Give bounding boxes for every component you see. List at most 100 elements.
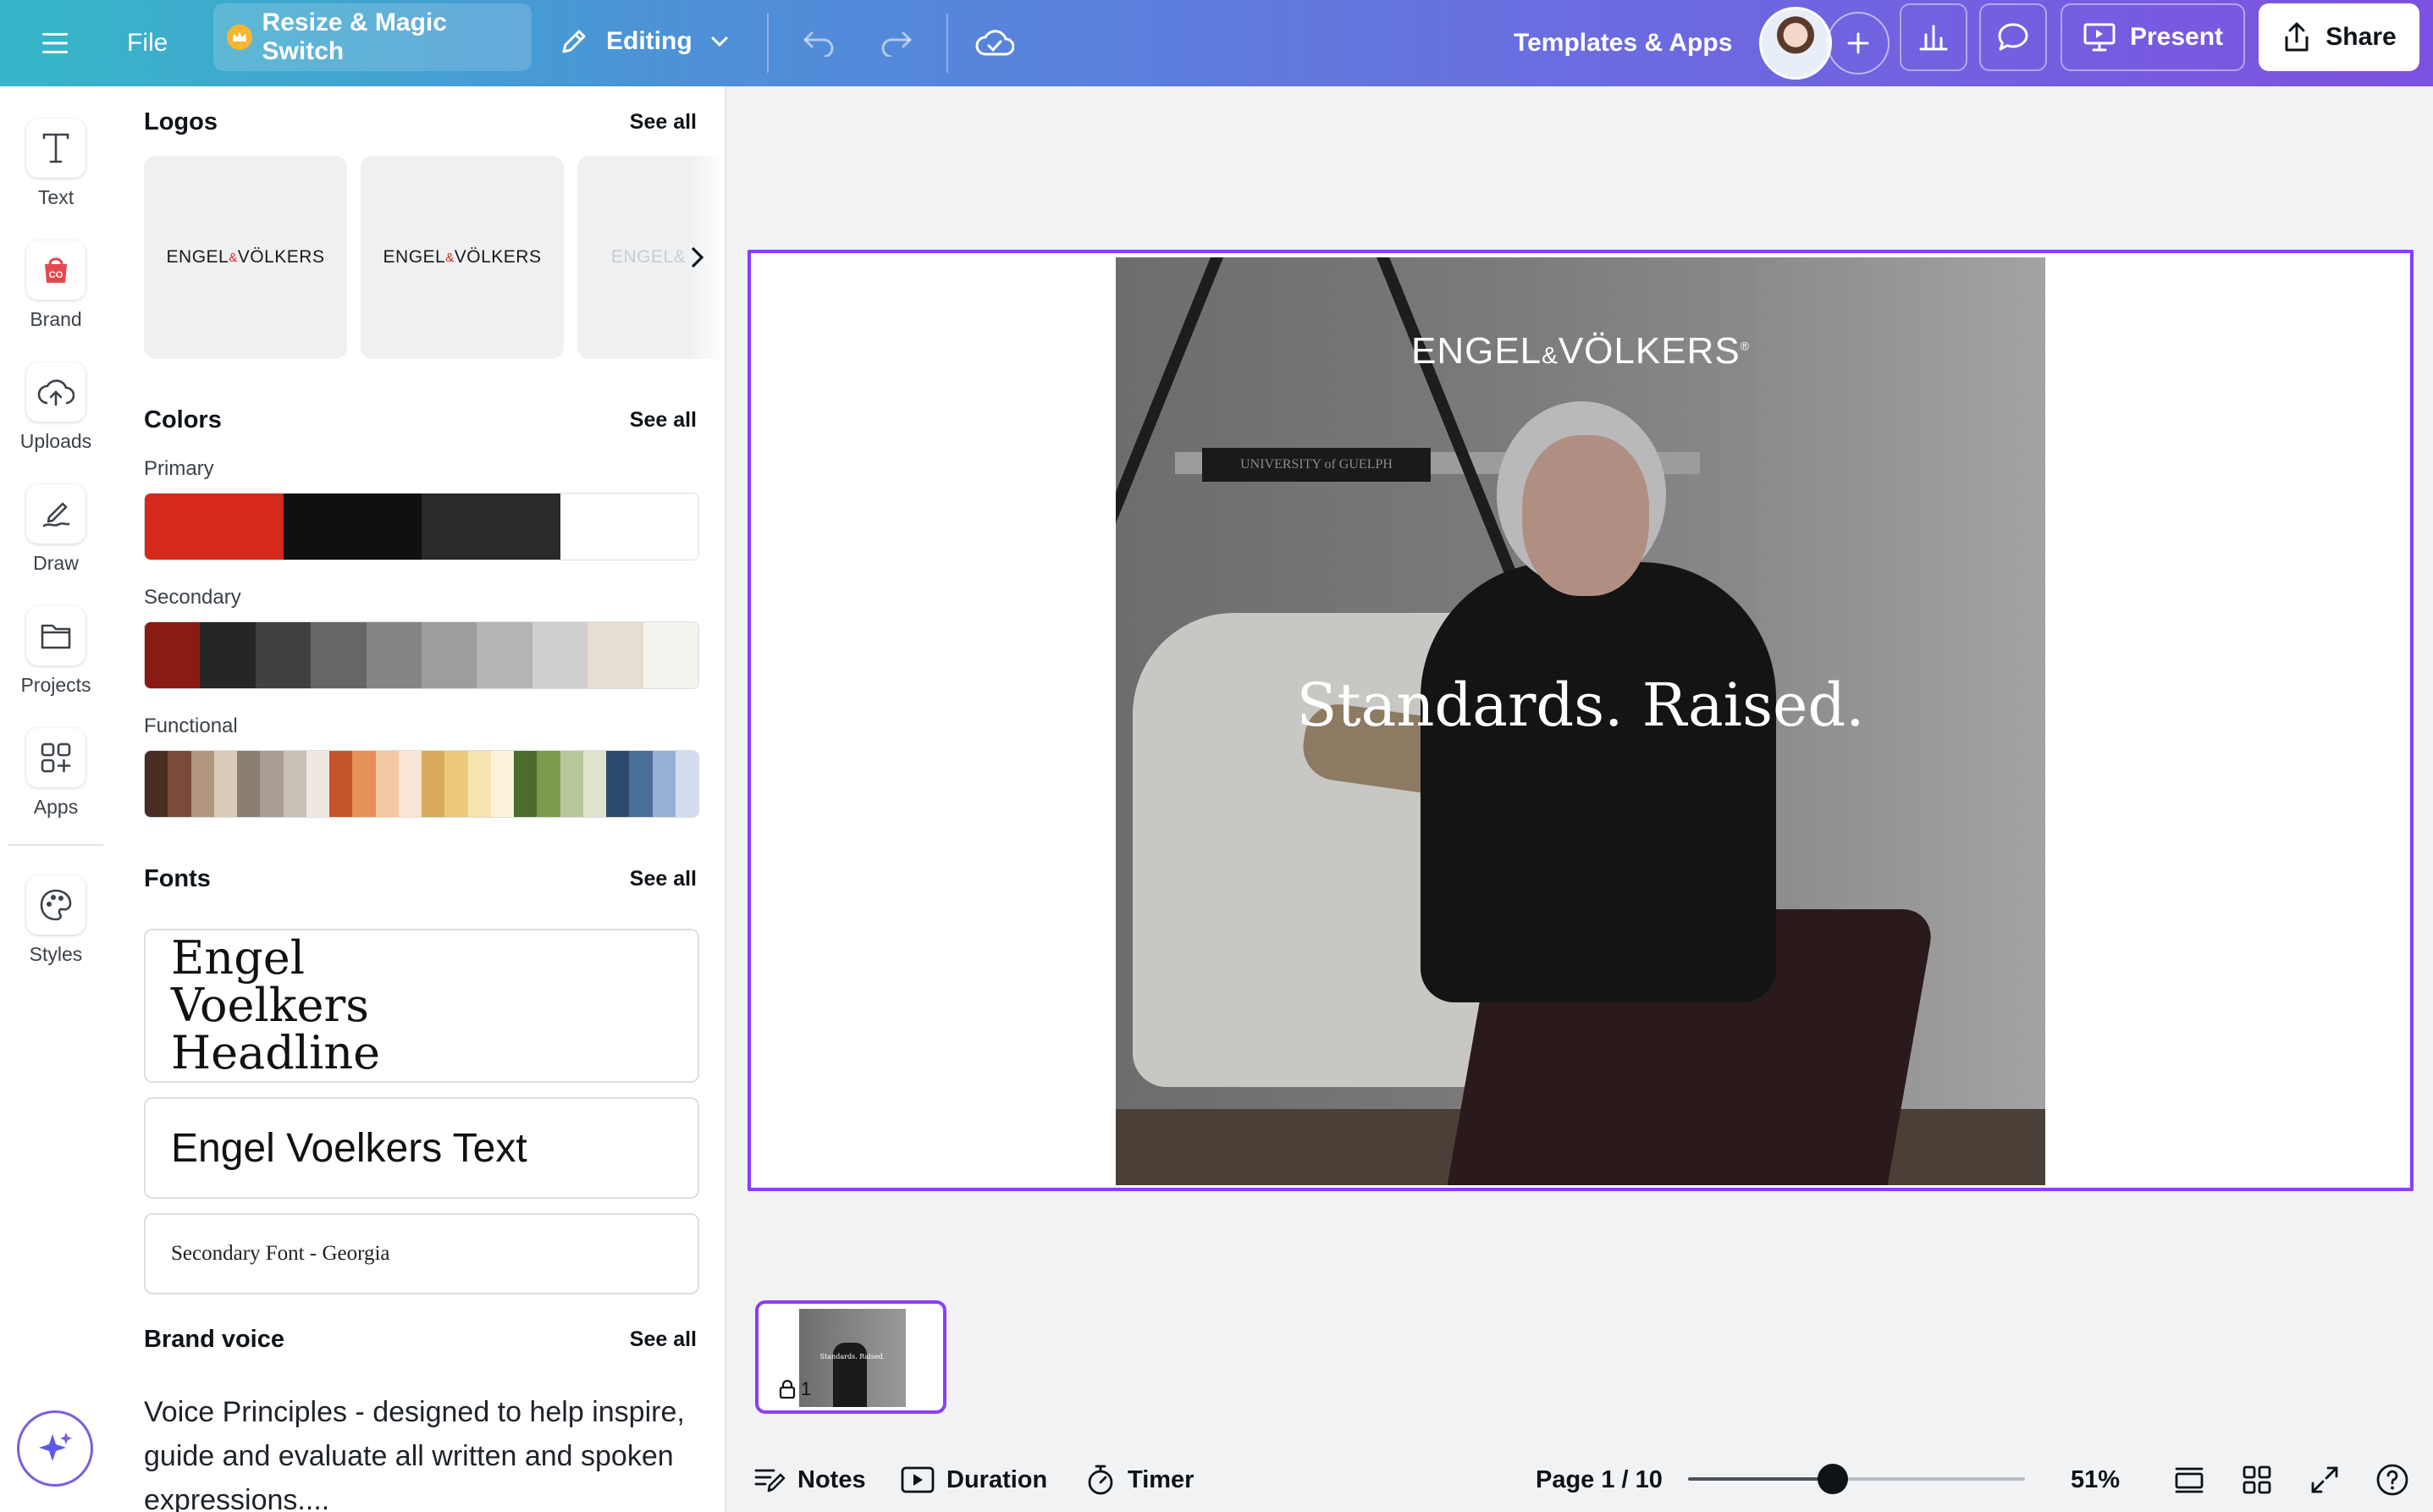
templates-apps-button[interactable]: Templates & Apps <box>1514 22 1732 64</box>
color-swatch[interactable] <box>398 751 422 817</box>
comments-button[interactable] <box>1979 3 2047 71</box>
color-swatch[interactable] <box>306 751 329 817</box>
color-swatch[interactable] <box>606 751 630 817</box>
color-swatch[interactable] <box>643 622 698 688</box>
zoom-percentage[interactable]: 51% <box>2071 1460 2120 1500</box>
timer-button[interactable]: Timer <box>1085 1460 1194 1500</box>
add-collaborator-button[interactable] <box>1827 12 1890 74</box>
sparkle-icon <box>39 1432 72 1461</box>
color-swatch[interactable] <box>537 751 560 817</box>
rail-item-projects[interactable]: Projects <box>0 606 112 697</box>
rail-item-uploads[interactable]: Uploads <box>0 362 112 453</box>
fullscreen-icon[interactable] <box>2303 1458 2347 1502</box>
color-swatch[interactable] <box>444 751 468 817</box>
rail-label: Uploads <box>19 430 92 452</box>
insights-button[interactable] <box>1900 3 1967 71</box>
resize-magic-switch-button[interactable]: Resize & Magic Switch <box>213 3 532 71</box>
color-swatch[interactable] <box>283 494 422 560</box>
secondary-font-card[interactable]: Secondary Font - Georgia <box>144 1213 699 1294</box>
thumbnail-headline: Standards. Raised. <box>819 1353 885 1360</box>
color-swatch[interactable] <box>260 751 284 817</box>
text-font-name: Engel Voelkers Text <box>171 1125 527 1171</box>
primary-colors-label: Primary <box>144 457 214 480</box>
redo-icon[interactable] <box>872 19 921 68</box>
color-swatch[interactable] <box>311 622 367 688</box>
color-swatch[interactable] <box>582 751 606 817</box>
color-swatch[interactable] <box>145 751 168 817</box>
color-swatch[interactable] <box>366 622 422 688</box>
color-swatch[interactable] <box>213 751 237 817</box>
color-swatch[interactable] <box>588 622 643 688</box>
file-menu-button[interactable]: File <box>127 22 168 64</box>
color-swatch[interactable] <box>490 751 514 817</box>
colors-see-all-link[interactable]: See all <box>630 408 697 433</box>
page-view-icon[interactable] <box>2167 1458 2211 1502</box>
rail-item-draw[interactable]: Draw <box>0 484 112 575</box>
color-swatch[interactable] <box>375 751 399 817</box>
undo-icon[interactable] <box>794 19 843 68</box>
zoom-slider-handle[interactable] <box>1818 1464 1849 1494</box>
page-indicator[interactable]: Page 1 / 10 <box>1536 1460 1663 1500</box>
color-swatch[interactable] <box>467 751 491 817</box>
color-swatch[interactable] <box>477 622 532 688</box>
color-swatch[interactable] <box>629 751 653 817</box>
chevron-right-icon[interactable] <box>681 240 714 274</box>
color-swatch[interactable] <box>532 622 588 688</box>
notes-button[interactable]: Notes <box>753 1460 866 1500</box>
rail-item-apps[interactable]: Apps <box>0 728 112 819</box>
zoom-slider-track[interactable] <box>1688 1477 2025 1481</box>
duration-button[interactable]: Duration <box>901 1460 1047 1500</box>
menu-icon[interactable] <box>36 24 74 63</box>
grid-view-icon[interactable] <box>2235 1458 2279 1502</box>
user-avatar[interactable] <box>1759 7 1832 80</box>
color-swatch[interactable] <box>560 751 583 817</box>
page-thumbnail[interactable]: Standards. Raised. 1 <box>755 1300 946 1414</box>
color-swatch[interactable] <box>255 622 312 688</box>
color-swatch[interactable] <box>652 751 676 817</box>
share-button[interactable]: Share <box>2259 3 2419 71</box>
magic-assistant-button[interactable] <box>17 1410 93 1487</box>
logo-card[interactable]: ENGEL & VÖLKERS <box>144 156 347 359</box>
canvas-logo[interactable]: ENGEL&VÖLKERS® <box>1116 330 2045 372</box>
brand-voice-see-all-link[interactable]: See all <box>630 1327 697 1352</box>
fonts-see-all-link[interactable]: See all <box>630 867 697 891</box>
uploads-icon <box>26 362 86 422</box>
logos-see-all-link[interactable]: See all <box>630 110 697 135</box>
color-swatch[interactable] <box>168 751 191 817</box>
stopwatch-icon <box>1088 1465 1113 1495</box>
color-swatch[interactable] <box>237 751 261 817</box>
color-swatch[interactable] <box>560 494 698 560</box>
toolbar-divider <box>767 14 769 73</box>
rail-item-text[interactable]: Text <box>0 119 112 209</box>
canvas-headline[interactable]: Standards. Raised. <box>1116 670 2045 740</box>
logos-heading: Logos <box>144 108 218 135</box>
notes-label: Notes <box>797 1465 866 1493</box>
color-swatch[interactable] <box>283 751 306 817</box>
color-swatch[interactable] <box>200 622 256 688</box>
secondary-color-palette[interactable] <box>144 621 699 689</box>
present-button[interactable]: Present <box>2061 3 2245 71</box>
color-swatch[interactable] <box>675 751 698 817</box>
text-font-card[interactable]: Engel Voelkers Text <box>144 1097 699 1199</box>
logo-card[interactable]: ENGEL & VÖLKERS <box>361 156 564 359</box>
color-swatch[interactable] <box>145 622 201 688</box>
color-swatch[interactable] <box>422 751 445 817</box>
logo-text: VÖLKERS <box>454 247 542 267</box>
editing-mode-dropdown[interactable]: Editing <box>559 12 730 71</box>
primary-color-palette[interactable] <box>144 493 699 560</box>
color-swatch[interactable] <box>422 622 477 688</box>
help-icon[interactable] <box>2370 1458 2414 1502</box>
color-swatch[interactable] <box>422 494 560 560</box>
cloud-saved-icon[interactable] <box>970 19 1019 68</box>
color-swatch[interactable] <box>329 751 353 817</box>
colors-heading: Colors <box>144 406 222 433</box>
headline-font-card[interactable]: Engel Voelkers Headline <box>144 929 699 1083</box>
color-swatch[interactable] <box>352 751 376 817</box>
rail-item-brand[interactable]: CO Brand <box>0 240 112 331</box>
color-swatch[interactable] <box>514 751 538 817</box>
text-icon <box>26 119 86 178</box>
rail-item-styles[interactable]: Styles <box>0 875 112 966</box>
color-swatch[interactable] <box>190 751 214 817</box>
functional-color-palette[interactable] <box>144 750 699 818</box>
color-swatch[interactable] <box>145 494 284 560</box>
